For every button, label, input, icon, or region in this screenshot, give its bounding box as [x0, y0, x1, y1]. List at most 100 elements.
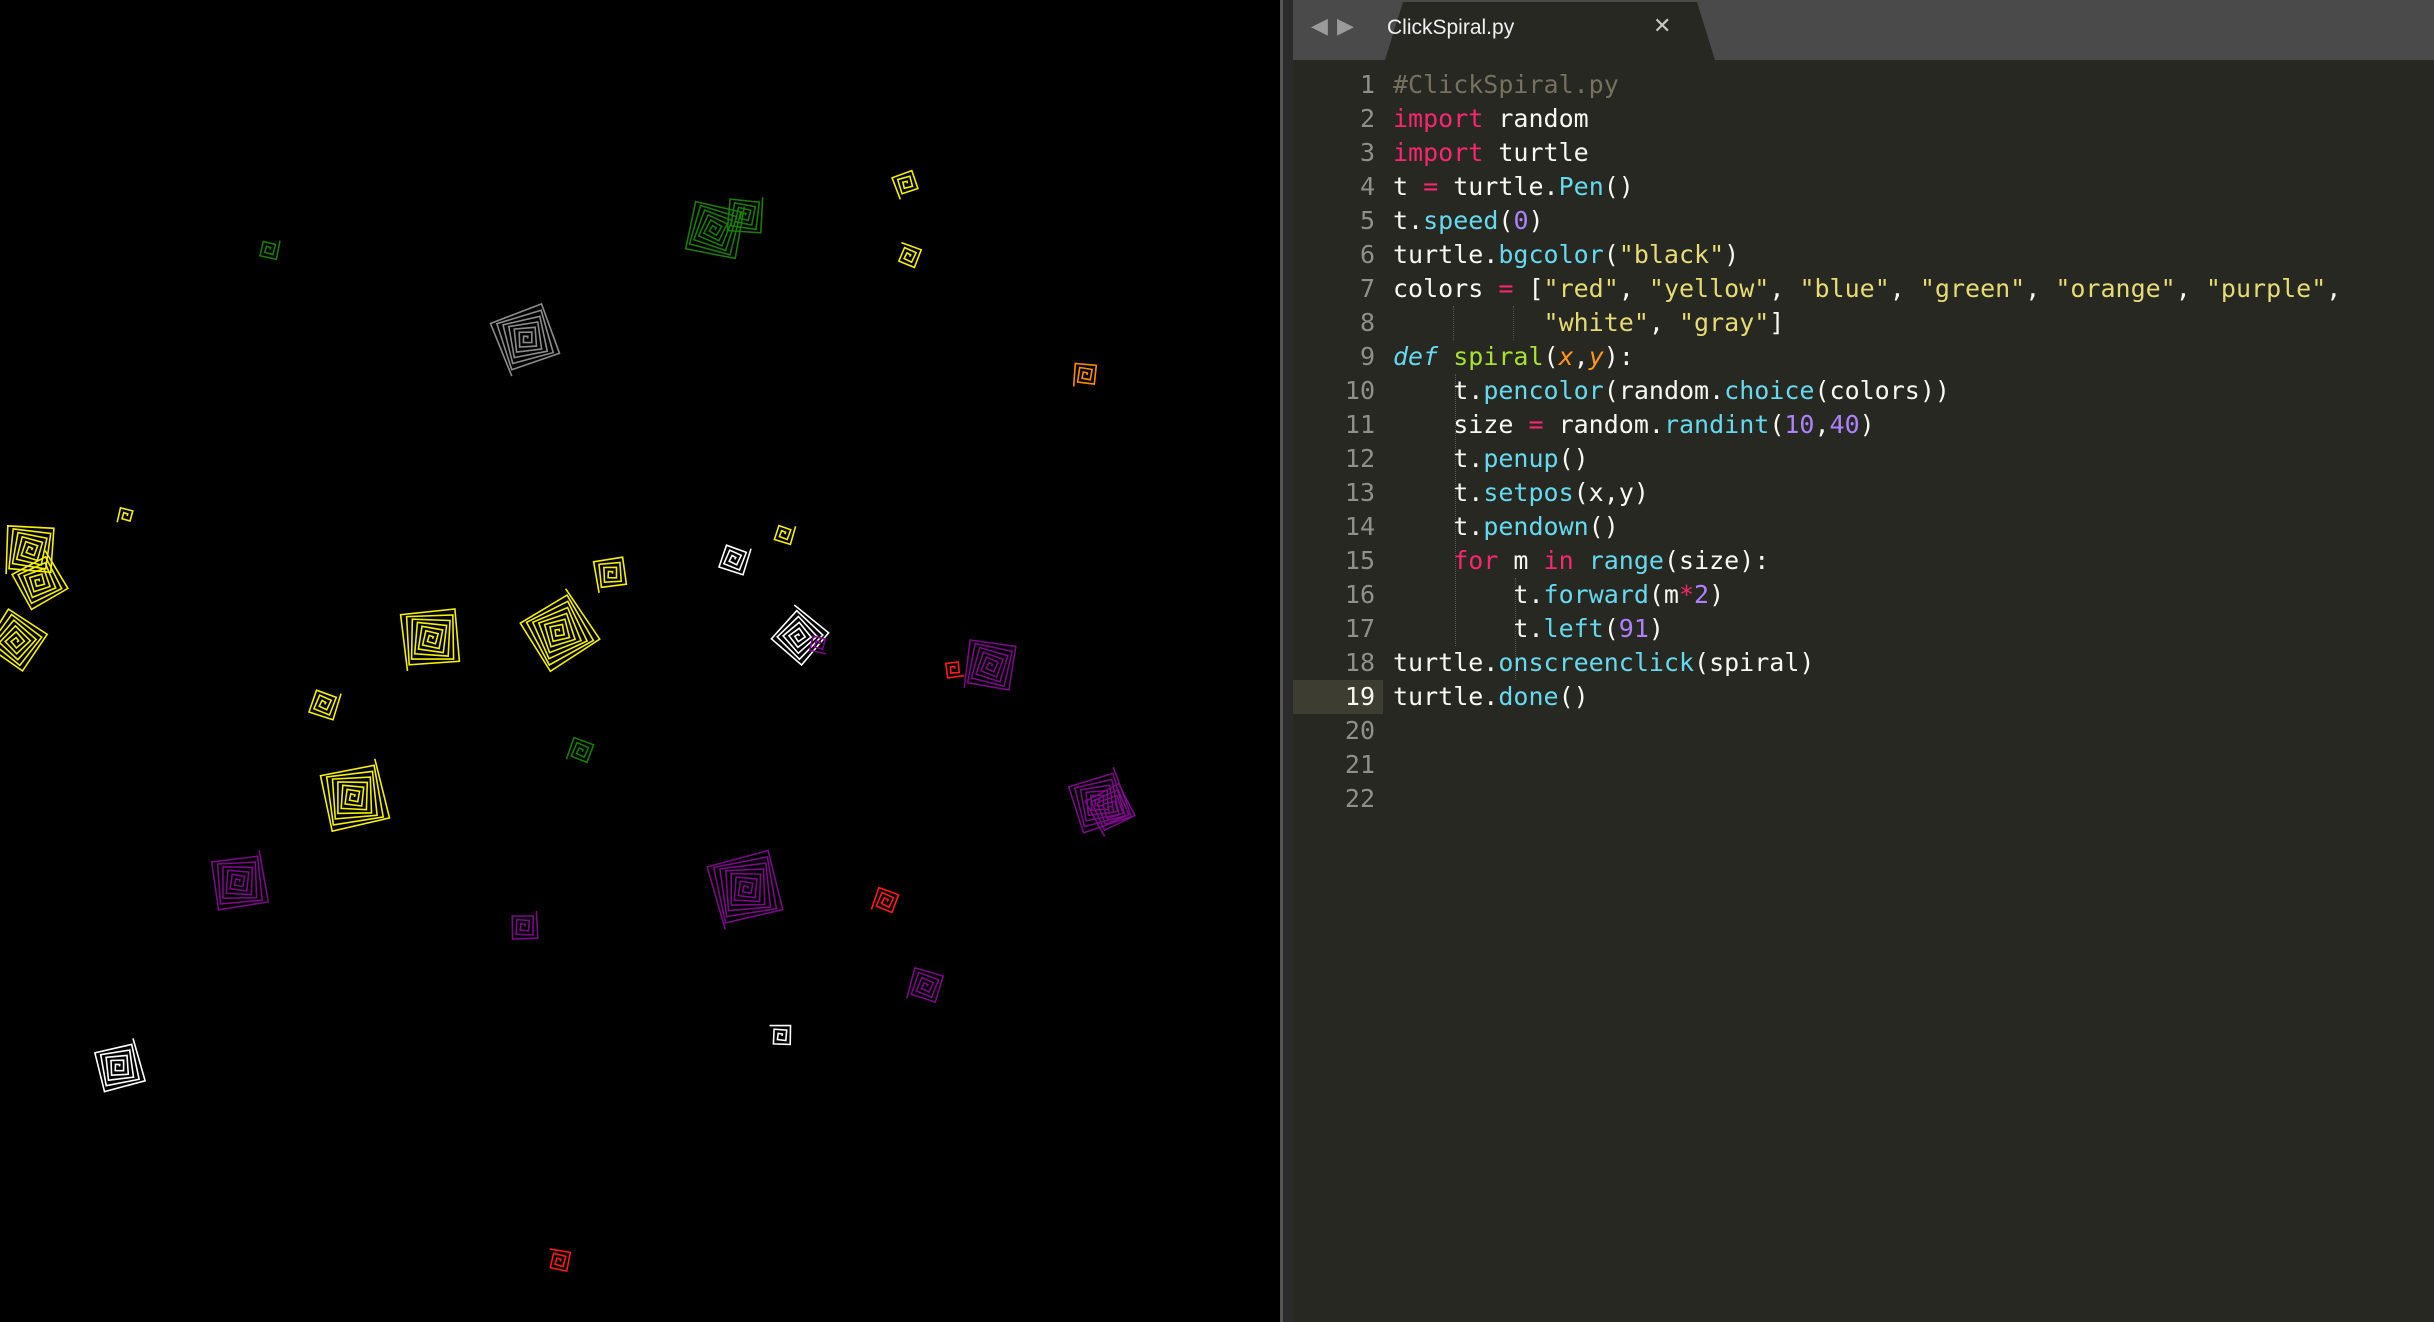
line-number: 12 [1344, 444, 1375, 473]
purple-spiral [511, 910, 539, 940]
code-line[interactable]: t = turtle.Pen() [1393, 170, 1634, 204]
code-token: "purple" [2205, 274, 2327, 303]
line-number: 15 [1344, 546, 1375, 575]
code-token: def [1393, 342, 1439, 371]
code-token: t [1393, 172, 1424, 201]
code-line[interactable]: t.pendown() [1393, 510, 1619, 544]
code-token: * [1678, 580, 1695, 609]
code-token: (m [1648, 580, 1679, 609]
yellow-spiral [519, 588, 601, 673]
code-token: x [1558, 342, 1574, 371]
code-token: turtle. [1393, 240, 1499, 269]
code-token: (x,y) [1573, 478, 1649, 507]
code-line[interactable]: t.speed(0) [1393, 204, 1544, 238]
yellow-spiral [592, 556, 628, 593]
line-number: 20 [1344, 716, 1375, 745]
code-token: turtle. [1393, 682, 1499, 711]
code-token: , [1573, 342, 1589, 371]
code-token: ) [1724, 240, 1740, 269]
code-token: , [1648, 308, 1679, 337]
code-token: y [1588, 342, 1604, 371]
code-token: , [1769, 274, 1800, 303]
red-spiral [870, 886, 900, 914]
yellow-spiral [399, 608, 461, 672]
code-token: random [1483, 104, 1589, 133]
code-line[interactable]: import turtle [1393, 136, 1589, 170]
code-token: 10 [1784, 410, 1815, 439]
code-token: ( [1603, 240, 1619, 269]
code-token: ( [1498, 206, 1514, 235]
yellow-spiral [307, 689, 342, 721]
code-token: turtle. [1438, 172, 1559, 201]
code-token: = [1498, 274, 1514, 303]
white-spiral [717, 544, 752, 576]
code-token: done [1498, 682, 1559, 711]
code-token: #ClickSpiral.py [1393, 70, 1619, 99]
code-line[interactable]: "white", "gray"] [1393, 306, 1785, 340]
code-line[interactable]: turtle.onscreenclick(spiral) [1393, 646, 1814, 680]
code-line[interactable]: turtle.bgcolor("black") [1393, 238, 1739, 272]
code-token: , [1889, 274, 1920, 303]
close-icon[interactable]: ✕ [1653, 14, 1671, 39]
purple-spiral [906, 966, 945, 1004]
triangle-right-icon[interactable]: ▶ [1337, 14, 1354, 39]
line-number: 22 [1344, 784, 1375, 813]
orange-spiral [1072, 362, 1098, 387]
code-token: () [1558, 682, 1589, 711]
code-token: "blue" [1799, 274, 1890, 303]
code-token: onscreenclick [1498, 648, 1695, 677]
code-line[interactable]: t.forward(m*2) [1393, 578, 1724, 612]
code-line[interactable]: t.setpos(x,y) [1393, 476, 1649, 510]
line-number: 5 [1359, 206, 1375, 235]
line-number: 8 [1359, 308, 1375, 337]
line-number: 7 [1359, 274, 1375, 303]
code-line[interactable]: size = random.randint(10,40) [1393, 408, 1875, 442]
code-line[interactable]: t.left(91) [1393, 612, 1664, 646]
line-number: 17 [1344, 614, 1375, 643]
code-line[interactable]: def spiral(x,y): [1393, 340, 1634, 374]
code-line[interactable]: import random [1393, 102, 1589, 136]
pane-divider[interactable] [1283, 0, 1293, 1322]
spiral-drawing [0, 169, 1136, 1273]
line-number: 3 [1359, 138, 1375, 167]
white-spiral [93, 1038, 147, 1093]
code-token: ) [1528, 206, 1544, 235]
code-token: , [1814, 410, 1830, 439]
line-number: 10 [1344, 376, 1375, 405]
code-token: , [2326, 274, 2342, 303]
code-line[interactable]: colors = ["red", "yellow", "blue", "gree… [1393, 272, 2341, 306]
line-number: 9 [1359, 342, 1375, 371]
tab-title[interactable]: ClickSpiral.py [1387, 16, 1514, 40]
line-number: 1 [1359, 70, 1375, 99]
code-token: = [1528, 410, 1544, 439]
code-token: pendown [1483, 512, 1589, 541]
triangle-left-icon[interactable]: ◀ [1311, 14, 1328, 39]
code-token: left [1543, 614, 1604, 643]
indent-guide [1513, 306, 1514, 340]
code-token: "white" [1543, 308, 1649, 337]
code-line[interactable]: t.pencolor(random.choice(colors)) [1393, 374, 1950, 408]
code-token: ] [1769, 308, 1785, 337]
line-number: 4 [1359, 172, 1375, 201]
code-token: "green" [1919, 274, 2026, 303]
code-line[interactable]: turtle.done() [1393, 680, 1589, 714]
yellow-spiral [319, 758, 391, 833]
code-token: choice [1724, 376, 1815, 405]
code-line[interactable]: t.penup() [1393, 442, 1588, 476]
code-token: for [1453, 546, 1499, 575]
code-area[interactable]: #ClickSpiral.py import random import turtl… [1393, 60, 2434, 1322]
code-editor[interactable]: ◀ ▶ ClickSpiral.py ✕ 1 2 3 4 5 6 7 8 9 10 11 12 13 14… [1293, 0, 2434, 1322]
code-line[interactable]: for m in range(size): [1393, 544, 1769, 578]
code-token: t. [1393, 478, 1484, 507]
code-token: ( [1769, 410, 1785, 439]
code-token: ): [1603, 342, 1634, 371]
code-token: random. [1543, 410, 1664, 439]
turtle-graphics-canvas[interactable] [0, 0, 1283, 1322]
line-number: 6 [1359, 240, 1375, 269]
code-token: (random. [1603, 376, 1725, 405]
code-token: , [1618, 274, 1649, 303]
code-token: , [2025, 274, 2056, 303]
code-line[interactable]: #ClickSpiral.py [1393, 68, 1619, 102]
